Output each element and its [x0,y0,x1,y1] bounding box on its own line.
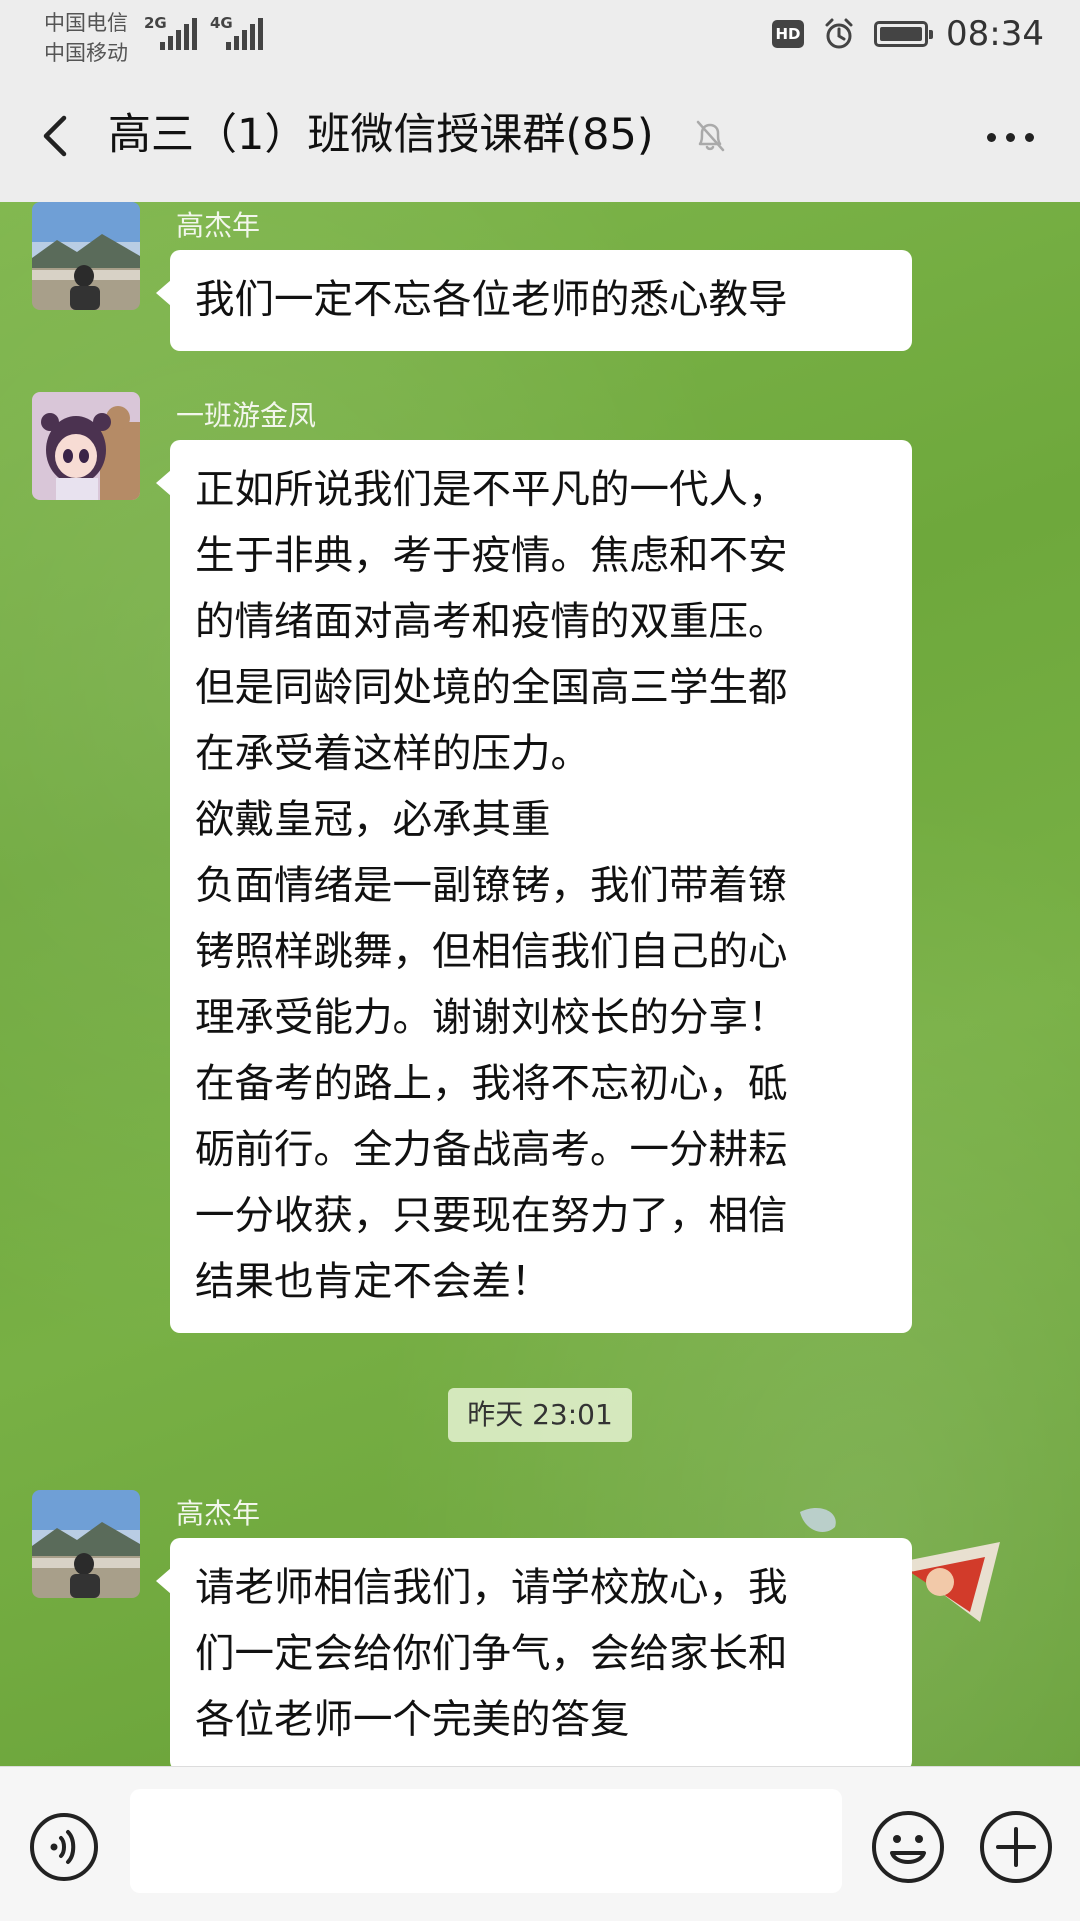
carrier-1: 中国电信 [44,11,128,35]
signal-1-icon: 2G [144,14,197,50]
signal-2-label: 4G [210,14,233,32]
emoji-icon[interactable] [870,1809,946,1885]
clock: 08:34 [946,14,1044,54]
timestamp: 昨天 23:01 [448,1388,632,1442]
message-bubble[interactable]: 正如所说我们是不平凡的一代人， 生于非典，考于疫情。焦虑和不安 的情绪面对高考和… [156,440,912,1333]
signal-2-icon: 4G [210,14,263,50]
mute-bell-icon [696,120,725,152]
avatar[interactable] [32,1490,140,1598]
sender-name: 高杰年 [176,1497,261,1530]
input-bar [0,1766,1080,1921]
alarm-icon [825,18,853,49]
chat-title: 高三（1）班微信授课群(85) [108,110,654,160]
chat-area[interactable]: 高杰年 我们一定不忘各位老师的悉心教导 一班游金凤 正如所说我们是不平凡的一代人… [0,202,1080,1766]
message-bubble[interactable]: 请老师相信我们，请学校放心，我 们一定会给你们争气，会给家长和 各位老师一个完美… [156,1538,912,1766]
more-icon[interactable] [974,112,1046,162]
sender-name: 一班游金凤 [176,399,317,432]
voice-icon[interactable] [28,1811,100,1883]
status-bar: 中国电信 中国移动 2G 4G HD 08:34 [0,0,1080,76]
sender-name: 高杰年 [176,209,261,242]
title-bar: 高三（1）班微信授课群(85) [0,76,1080,202]
battery-icon [874,21,934,47]
signal-1-label: 2G [144,14,167,32]
message-input[interactable] [130,1789,842,1893]
message-bubble[interactable]: 我们一定不忘各位老师的悉心教导 [156,250,912,351]
avatar[interactable] [32,392,140,500]
avatar[interactable] [32,202,140,310]
plus-icon[interactable] [978,1809,1054,1885]
hd-icon: HD [772,20,805,48]
carrier-2: 中国移动 [44,41,128,65]
carrier-names: 中国电信 中国移动 [44,8,128,68]
back-arrow-icon[interactable] [28,106,88,166]
